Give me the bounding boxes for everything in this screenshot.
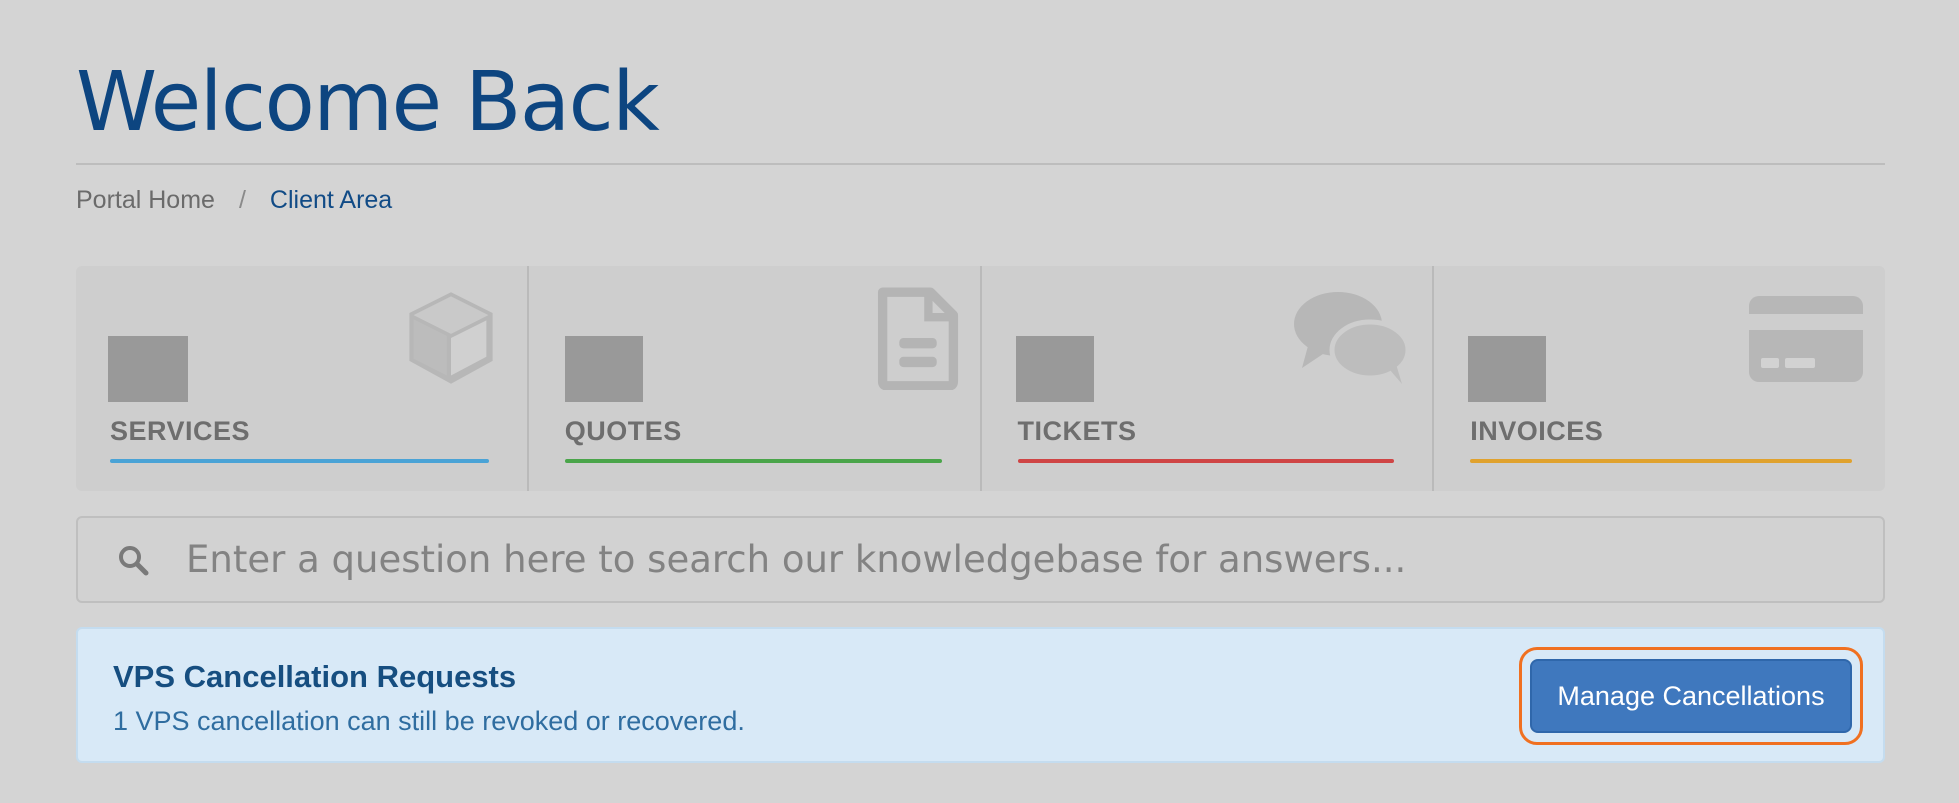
- tile-label: SERVICES: [110, 416, 251, 446]
- tile-label: INVOICES: [1470, 416, 1604, 446]
- tile-invoices[interactable]: INVOICES: [1434, 266, 1885, 491]
- vps-cancellation-notice: VPS Cancellation Requests 1 VPS cancella…: [76, 627, 1885, 763]
- tile-quotes[interactable]: QUOTES: [529, 266, 982, 491]
- title-divider: [76, 163, 1885, 165]
- quotes-count-placeholder: [564, 336, 643, 402]
- tile-label: QUOTES: [564, 416, 682, 446]
- breadcrumb-client-area: Client Area: [269, 186, 393, 214]
- tile-tickets[interactable]: TICKETS: [982, 266, 1435, 491]
- manage-button-highlight: Manage Cancellations: [1519, 647, 1863, 745]
- search-input[interactable]: [186, 538, 1883, 581]
- cube-icon: [409, 292, 493, 384]
- summary-tiles: SERVICES QUOTES TICKETS INVOICES: [76, 266, 1885, 491]
- tile-label: TICKETS: [1017, 416, 1137, 446]
- tile-accent-bar: [1017, 459, 1395, 463]
- knowledgebase-search: [76, 516, 1885, 603]
- credit-card-icon: [1749, 296, 1863, 382]
- search-icon: [119, 545, 149, 575]
- breadcrumb-separator: /: [238, 186, 246, 214]
- invoices-count-placeholder: [1468, 336, 1547, 402]
- services-count-placeholder: [108, 336, 188, 402]
- tickets-count-placeholder: [1015, 336, 1094, 402]
- document-icon: [877, 287, 958, 390]
- client-area-page: Welcome Back Portal Home / Client Area S…: [0, 0, 1959, 803]
- page-title: Welcome Back: [76, 55, 660, 150]
- tile-accent-bar: [564, 459, 942, 463]
- breadcrumb-portal-home[interactable]: Portal Home: [76, 186, 215, 215]
- tile-services[interactable]: SERVICES: [76, 266, 529, 491]
- tile-accent-bar: [1470, 459, 1852, 463]
- notice-text: 1 VPS cancellation can still be revoked …: [113, 706, 745, 736]
- tile-accent-bar: [110, 459, 489, 463]
- manage-cancellations-button[interactable]: Manage Cancellations: [1530, 659, 1852, 733]
- notice-title: VPS Cancellation Requests: [113, 659, 517, 694]
- breadcrumb: Portal Home / Client Area: [76, 186, 392, 215]
- chat-bubbles-icon: [1294, 292, 1411, 384]
